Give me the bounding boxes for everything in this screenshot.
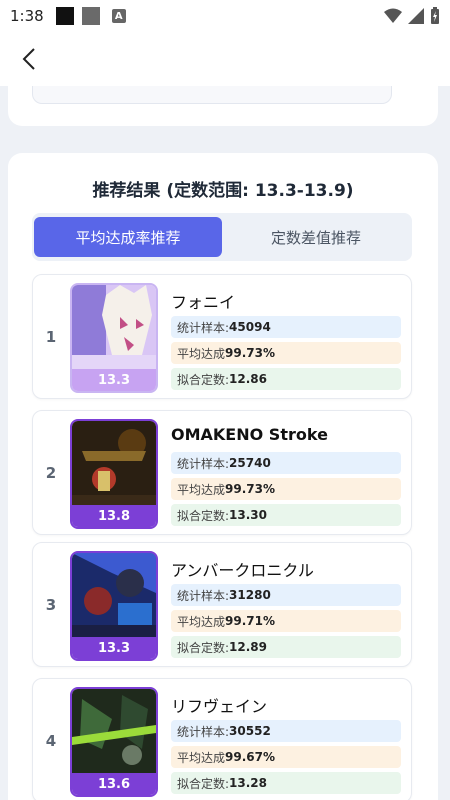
stat-fit-constant: 拟合定数: 12.86 [171, 368, 401, 390]
chevron-left-icon [22, 48, 35, 70]
song-item[interactable]: 2 13.8 OMAKENO Stroke 统计样本: 25740 平均达成 99.… [32, 410, 412, 535]
song-title: OMAKENO Stroke [171, 425, 328, 444]
rank-number: 1 [45, 327, 57, 346]
jacket-image [72, 689, 156, 773]
stat-samples: 统计样本: 31280 [171, 584, 401, 606]
back-button[interactable] [14, 44, 44, 74]
stat-average-achievement: 平均达成 99.67% [171, 746, 401, 768]
recommend-tabs: 平均达成率推荐 定数差值推荐 [32, 213, 412, 261]
song-title: アンバークロニクル [171, 561, 314, 580]
status-time: 1:38 [10, 7, 44, 25]
results-card: 推荐结果 (定数范围: 13.3-13.9) 平均达成率推荐 定数差值推荐 1 … [8, 153, 438, 800]
jacket-image [72, 553, 156, 637]
stat-average-achievement: 平均达成 99.71% [171, 610, 401, 632]
level-badge: 13.6 [72, 773, 156, 795]
song-jacket: 13.3 [70, 283, 158, 393]
app-bar [0, 32, 450, 86]
song-jacket: 13.6 [70, 687, 158, 797]
song-item[interactable]: 1 13.3 フォニイ 统计样本: 45094 平均达成 99.73% 拟合定数: 1… [32, 274, 412, 399]
stat-fit-constant: 拟合定数: 12.89 [171, 636, 401, 658]
jacket-image [72, 285, 156, 369]
stat-average-achievement: 平均达成 99.73% [171, 478, 401, 500]
signal-icon [408, 8, 424, 24]
level-badge: 13.3 [72, 369, 156, 391]
song-title: リフヴェイン [171, 697, 268, 716]
level-badge: 13.8 [72, 505, 156, 527]
tab-average-achievement[interactable]: 平均达成率推荐 [34, 217, 222, 257]
battery-icon [431, 7, 439, 24]
song-item[interactable]: 3 13.3 アンバークロニクル 统计样本: 31280 平均达成 99.71% 拟… [32, 542, 412, 667]
results-title: 推荐结果 (定数范围: 13.3-13.9) [92, 181, 354, 201]
notification-icon [81, 7, 100, 25]
stat-samples: 统计样本: 25740 [171, 452, 401, 474]
stat-samples: 统计样本: 30552 [171, 720, 401, 742]
song-title: フォニイ [171, 293, 236, 312]
rank-number: 3 [45, 595, 57, 614]
level-badge: 13.3 [72, 637, 156, 659]
stat-fit-constant: 拟合定数: 13.28 [171, 772, 401, 794]
song-jacket: 13.3 [70, 551, 158, 661]
stat-average-achievement: 平均达成 99.73% [171, 342, 401, 364]
song-jacket: 13.8 [70, 419, 158, 529]
wifi-icon [384, 8, 402, 23]
song-item[interactable]: 4 13.6 リフヴェイン 统计样本: 30552 平均达成 99.67% 拟合定数… [32, 678, 412, 800]
rank-number: 4 [45, 731, 57, 750]
app-notification-icon: A [111, 9, 126, 23]
previous-input [32, 86, 392, 104]
status-bar: 1:38 A [0, 0, 450, 32]
jacket-image [72, 421, 156, 505]
previous-card [8, 86, 438, 126]
stat-samples: 统计样本: 45094 [171, 316, 401, 338]
rank-number: 2 [45, 463, 57, 482]
notification-icon [55, 7, 74, 25]
stat-fit-constant: 拟合定数: 13.30 [171, 504, 401, 526]
tab-constant-difference[interactable]: 定数差值推荐 [222, 217, 410, 257]
